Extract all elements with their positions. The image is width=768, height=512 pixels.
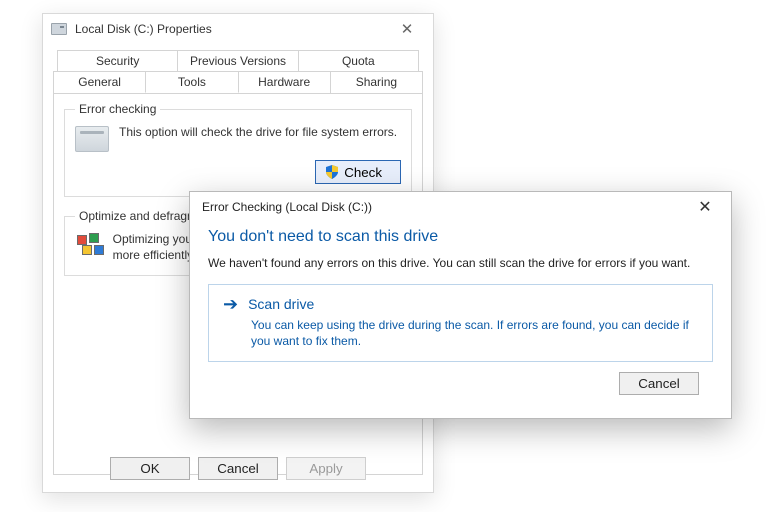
dialog-button-row: OK Cancel Apply <box>43 457 433 480</box>
dialog-titlebar[interactable]: Error Checking (Local Disk (C:)) ✕ <box>190 192 731 222</box>
window-title: Local Disk (C:) Properties <box>75 22 387 36</box>
tab-sharing[interactable]: Sharing <box>330 71 423 93</box>
group-error-checking: Error checking This option will check th… <box>64 102 412 197</box>
tab-security[interactable]: Security <box>57 50 178 72</box>
arrow-right-icon: ➔ <box>223 295 238 313</box>
dialog-message: We haven't found any errors on this driv… <box>208 256 713 270</box>
check-button-label: Check <box>344 165 382 180</box>
ok-button[interactable]: OK <box>110 457 190 480</box>
close-icon[interactable]: ✕ <box>387 17 427 41</box>
scan-drive-option[interactable]: ➔ Scan drive You can keep using the driv… <box>208 284 713 362</box>
error-checking-text: This option will check the drive for fil… <box>119 124 397 140</box>
dialog-cancel-button[interactable]: Cancel <box>619 372 699 395</box>
shield-icon <box>326 165 338 179</box>
tab-row-front: General Tools Hardware Sharing <box>53 71 423 93</box>
drive-icon <box>51 23 67 35</box>
tab-quota[interactable]: Quota <box>298 50 419 72</box>
group-legend: Error checking <box>75 102 160 116</box>
cancel-button[interactable]: Cancel <box>198 457 278 480</box>
close-icon[interactable]: ✕ <box>683 195 727 219</box>
scan-drive-label: Scan drive <box>248 296 314 312</box>
scan-drive-sub: You can keep using the drive during the … <box>251 317 698 349</box>
apply-button: Apply <box>286 457 366 480</box>
tab-row-back: Security Previous Versions Quota <box>57 50 419 72</box>
harddrive-icon <box>75 126 109 152</box>
tab-previous-versions[interactable]: Previous Versions <box>177 50 298 72</box>
titlebar[interactable]: Local Disk (C:) Properties ✕ <box>43 14 433 44</box>
dialog-title: Error Checking (Local Disk (C:)) <box>202 200 683 214</box>
tab-general[interactable]: General <box>53 71 146 93</box>
tab-tools[interactable]: Tools <box>145 71 238 93</box>
error-checking-dialog: Error Checking (Local Disk (C:)) ✕ You d… <box>189 191 732 419</box>
tab-hardware[interactable]: Hardware <box>238 71 331 93</box>
dialog-heading: You don't need to scan this drive <box>208 228 713 246</box>
defrag-icon <box>75 233 103 263</box>
check-button[interactable]: Check <box>315 160 401 184</box>
